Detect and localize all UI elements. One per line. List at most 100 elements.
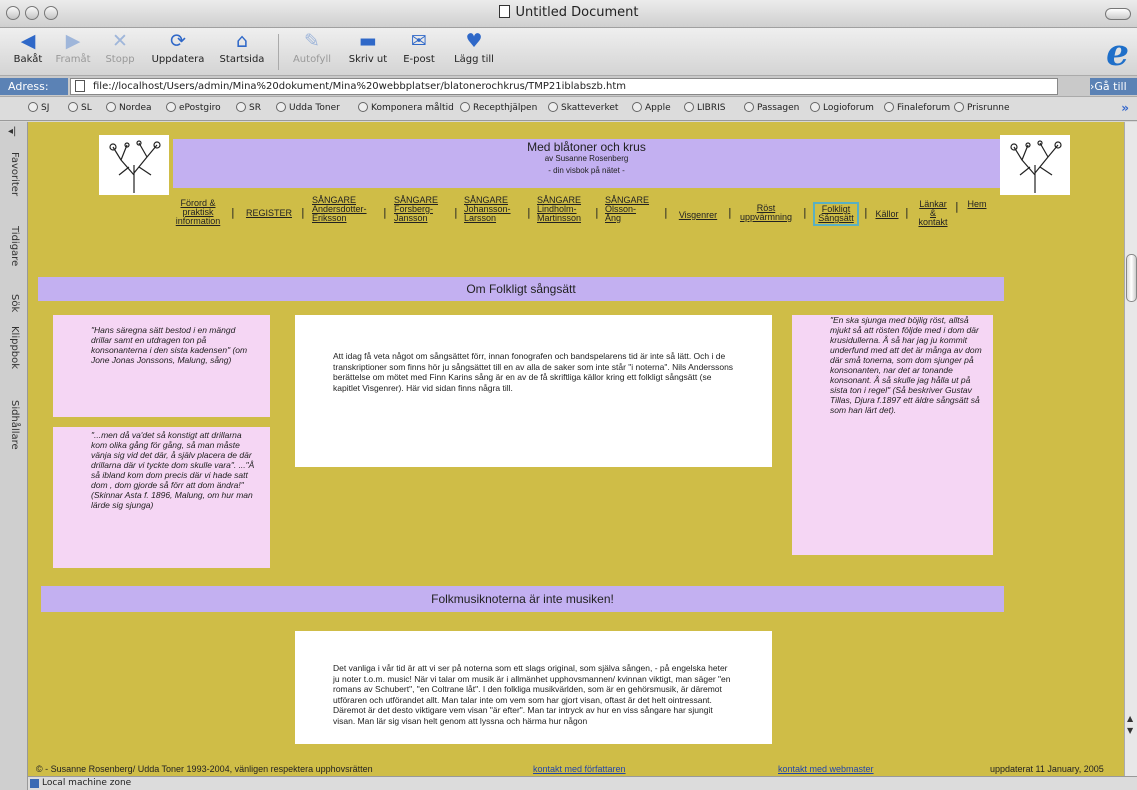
forward-button[interactable]: ▶ Framåt [52, 30, 94, 65]
sidebar-collapse-icon[interactable]: ◂| [8, 126, 16, 137]
nav-singers-f-j-link[interactable]: SÅNGARE Forsberg- Jansson [394, 196, 449, 223]
sidebar-tab-favorites[interactable]: Favoriter [6, 152, 20, 196]
print-button[interactable]: ▬ Skriv ut [344, 30, 392, 65]
add-favorite-button[interactable]: ♥ Lägg till [446, 30, 502, 65]
printer-icon: ▬ [359, 30, 377, 52]
favorite-link[interactable]: Udda Toner [276, 102, 340, 113]
favorite-label: LIBRIS [697, 103, 726, 113]
back-label: Bakåt [13, 54, 43, 65]
favorite-link[interactable]: ePostgiro [166, 102, 221, 113]
scroll-down-arrow-icon[interactable]: ▼ [1127, 726, 1133, 735]
nav-warmup-link[interactable]: Röst uppvärmning [734, 204, 798, 222]
window-title-text: Untitled Document [515, 5, 639, 20]
favorite-label: ePostgiro [179, 103, 221, 113]
footer-updated: uppdaterat 11 January, 2005 [990, 764, 1104, 774]
favorite-label: Komponera måltid [371, 103, 454, 113]
explorer-sidebar: ◂| Favoriter Tidigare Sök Klippbok Sidhå… [0, 122, 28, 790]
refresh-button[interactable]: ⟳ Uppdatera [146, 30, 210, 65]
nav-foreword-link[interactable]: Förord & praktisk information [173, 199, 223, 226]
nav-separator: | [301, 206, 305, 219]
favorite-link[interactable]: Recepthjälpen [460, 102, 537, 113]
nav-singers-a-e-link[interactable]: SÅNGARE Andersdotter- Eriksson [312, 196, 372, 223]
nav-folk-singing-link[interactable]: Folkligt Sångsätt [813, 202, 859, 226]
favorite-link[interactable]: SJ [28, 102, 49, 113]
sidebar-tab-scrapbook[interactable]: Klippbok [6, 326, 20, 369]
favorite-globe-icon [166, 102, 176, 112]
autofill-pen-icon: ✎ [304, 30, 320, 52]
tree-illustration-right [1000, 135, 1070, 195]
mail-button[interactable]: ✉ E-post [398, 30, 440, 65]
scrollbar-thumb[interactable] [1126, 254, 1137, 302]
favorite-globe-icon [28, 102, 38, 112]
home-icon: ⌂ [235, 30, 249, 52]
sidebar-tab-page-holder[interactable]: Sidhållare [6, 400, 20, 450]
sidebar-tab-search[interactable]: Sök [6, 294, 20, 312]
favorite-link[interactable]: Prisrunne [954, 102, 1010, 113]
content-box: Att idag få veta något om sångsättet för… [295, 315, 772, 467]
nav-separator: | [864, 206, 868, 219]
forward-label: Framåt [55, 54, 91, 65]
body-text: Att idag få veta något om sångsättet för… [333, 351, 734, 393]
nav-register-link[interactable]: REGISTER [241, 209, 297, 218]
favorite-label: SJ [41, 103, 50, 113]
nav-links-contact-link[interactable]: Länkar & kontakt [915, 200, 951, 227]
nav-home-link[interactable]: Hem [963, 200, 991, 209]
print-label: Skriv ut [348, 54, 388, 65]
nav-separator: | [527, 206, 531, 219]
footer-copyright: © - Susanne Rosenberg/ Udda Toner 1993-2… [36, 764, 373, 774]
mail-label: E-post [403, 54, 435, 65]
stop-button[interactable]: ✕ Stopp [100, 30, 140, 65]
favorites-overflow-icon[interactable]: » [1121, 101, 1129, 115]
site-title: Med blåtoner och krus [527, 140, 646, 154]
favorite-globe-icon [68, 102, 78, 112]
back-arrow-icon: ◀ [20, 30, 36, 52]
nav-genres-link[interactable]: Visgenrer [673, 211, 723, 220]
add-favorite-label: Lägg till [454, 54, 494, 65]
site-title-block: Med blåtoner och krus av Susanne Rosenbe… [173, 139, 1000, 177]
home-button[interactable]: ⌂ Startsida [214, 30, 270, 65]
favorite-link[interactable]: SR [236, 102, 261, 113]
toolbar-toggle-button[interactable] [1105, 8, 1131, 20]
quote-box: "En ska sjunga med böjlig röst, alltså m… [792, 315, 993, 555]
favorite-link[interactable]: Komponera måltid [358, 102, 454, 113]
document-icon [498, 5, 510, 18]
nav-singers-l-m-link[interactable]: SÅNGARE Lindholm- Martinsson [537, 196, 597, 223]
scroll-up-arrow-icon[interactable]: ▲ [1127, 714, 1133, 723]
nav-sources-link[interactable]: Källor [873, 210, 901, 219]
window-title: Untitled Document [0, 5, 1137, 20]
nav-separator: | [905, 206, 909, 219]
favorite-link[interactable]: Finaleforum [884, 102, 950, 113]
go-button[interactable]: ›Gå till [1090, 78, 1137, 95]
favorite-link[interactable]: SL [68, 102, 92, 113]
nav-separator: | [803, 206, 807, 219]
favorite-globe-icon [236, 102, 246, 112]
address-input[interactable]: file://localhost/Users/admin/Mina%20doku… [70, 78, 1058, 95]
favorite-link[interactable]: Logioforum [810, 102, 874, 113]
forward-arrow-icon: ▶ [65, 30, 81, 52]
favorite-link[interactable]: Nordea [106, 102, 152, 113]
section-heading-band: Om Folkligt sångsätt [38, 277, 1004, 301]
favorites-bar: SJ SL Nordea ePostgiro SR Udda Toner Kom… [0, 97, 1137, 121]
favorite-globe-icon [358, 102, 368, 112]
vertical-scrollbar[interactable]: ▲ ▼ [1124, 122, 1137, 776]
favorite-link[interactable]: Apple [632, 102, 671, 113]
favorite-link[interactable]: Skatteverket [548, 102, 618, 113]
favorite-link[interactable]: Passagen [744, 102, 799, 113]
quote-text: "...men då va'det så konstigt att drilla… [91, 430, 255, 510]
sidebar-tab-history[interactable]: Tidigare [6, 226, 20, 266]
mail-envelope-icon: ✉ [411, 30, 427, 52]
site-author: av Susanne Rosenberg [544, 154, 629, 163]
section-heading-band: Folkmusiknoterna är inte musiken! [41, 586, 1004, 612]
favorite-globe-icon [460, 102, 470, 112]
back-button[interactable]: ◀ Bakåt [8, 30, 48, 65]
nav-singers-j-l-link[interactable]: SÅNGARE Johansson- Larsson [464, 196, 522, 223]
footer-contact-author-link[interactable]: kontakt med författaren [533, 764, 626, 774]
favorite-link[interactable]: LIBRIS [684, 102, 725, 113]
body-text: Det vanliga i vår tid är att vi ser på n… [333, 663, 731, 726]
favorite-globe-icon [548, 102, 558, 112]
autofill-button[interactable]: ✎ Autofyll [288, 30, 336, 65]
footer-contact-webmaster-link[interactable]: kontakt med webmaster [778, 764, 874, 774]
nav-singers-o-a-link[interactable]: SÅNGARE Olsson- Ång [605, 196, 660, 223]
site-header: Med blåtoner och krus av Susanne Rosenbe… [173, 139, 1000, 188]
quote-box: "Hans säregna sätt bestod i en mängd dri… [53, 315, 270, 417]
